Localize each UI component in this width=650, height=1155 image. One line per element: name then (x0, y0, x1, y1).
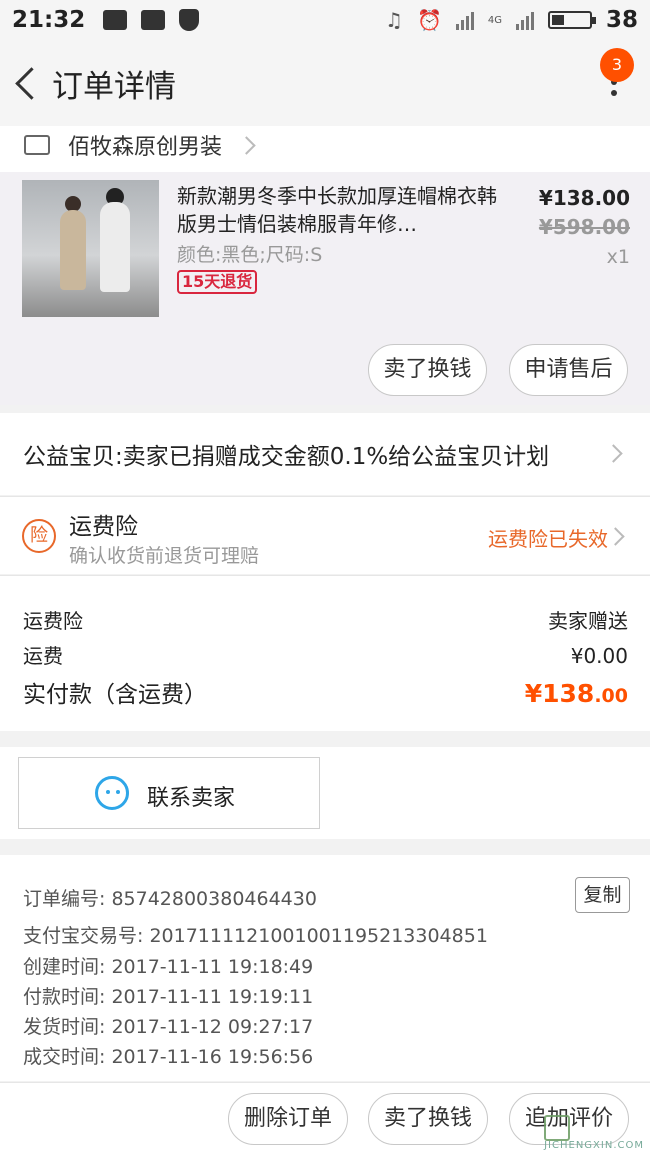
product-thumbnail[interactable] (22, 180, 159, 317)
sell-for-cash-button[interactable]: 卖了换钱 (368, 344, 487, 396)
battery-icon (547, 11, 596, 29)
order-number: 订单编号: 85742800380464430 (23, 888, 317, 910)
copy-button[interactable]: 复制 (575, 877, 630, 913)
total-amount: ¥138.00 (524, 679, 628, 708)
fee-value: 卖家赠送 (548, 609, 628, 633)
product-spec: 颜色:黑色;尺码:S (177, 244, 323, 266)
watermark-logo (544, 1115, 570, 1141)
battery-level: 38 (605, 7, 638, 33)
notification-icon (103, 10, 128, 30)
network-type: 4G (487, 14, 502, 26)
bottom-action-bar: 删除订单 卖了换钱 追加评价 JICHENGXIN.COM (0, 1082, 650, 1155)
headset-icon: ♫ (385, 8, 403, 32)
fee-row-shipping: 运费 ¥0.00 (23, 640, 628, 669)
message-badge: 3 (600, 48, 634, 82)
insurance-subtitle: 确认收货前退货可理赔 (69, 545, 260, 567)
order-info: 订单编号: 85742800380464430 复制 支付宝交易号: 20171… (0, 855, 650, 1081)
after-sale-button[interactable]: 申请售后 (509, 344, 628, 396)
cell-signal-icon (515, 10, 534, 30)
shipping-insurance-row[interactable]: 险 运费险 确认收货前退货可理赔 运费险已失效 (0, 496, 650, 574)
chevron-right-icon (606, 527, 625, 546)
total-label: 实付款（含运费） (23, 682, 207, 708)
shipped-time: 发货时间: 2017-11-12 09:27:17 (23, 1016, 314, 1038)
watermark-text: JICHENGXIN.COM (544, 1140, 644, 1151)
shop-row[interactable]: 佰牧森原创男装 (0, 126, 650, 172)
insurance-icon: 险 (22, 519, 56, 553)
contact-seller-button[interactable]: 联系卖家 (18, 757, 320, 829)
chevron-right-icon (237, 135, 256, 155)
original-price: ¥598.00 (538, 215, 630, 239)
insurance-title: 运费险 (69, 514, 138, 540)
refund-policy-badge: 15天退货 (177, 270, 258, 294)
fee-row-insurance: 运费险 卖家赠送 (23, 605, 628, 634)
news-icon (141, 10, 166, 30)
product-title: 新款潮男冬季中长款加厚连帽棉衣韩版男士情侣装棉服青年修… (177, 184, 497, 236)
fee-label: 运费 (23, 644, 63, 668)
alarm-icon: ⏰ (416, 8, 442, 32)
wangwang-chat-icon (95, 776, 129, 810)
contact-section: 联系卖家 (0, 747, 650, 839)
product-quantity: x1 (606, 246, 630, 268)
fee-value: ¥0.00 (570, 644, 628, 668)
alipay-transaction-number: 支付宝交易号: 2017111121001001195213304851 (23, 925, 488, 947)
shop-icon (24, 135, 50, 155)
sell-for-cash-button[interactable]: 卖了换钱 (368, 1093, 488, 1145)
wifi-signal-icon (455, 10, 474, 30)
charity-text: 公益宝贝:卖家已捐赠成交金额0.1%给公益宝贝计划 (23, 444, 550, 470)
insurance-status: 运费险已失效 (488, 527, 608, 551)
status-right: ♫ ⏰ 4G 38 (385, 7, 638, 33)
fee-label: 运费险 (23, 609, 83, 633)
completed-time: 成交时间: 2017-11-16 19:56:56 (23, 1046, 314, 1068)
delete-order-button[interactable]: 删除订单 (228, 1093, 348, 1145)
fee-row-total: 实付款（含运费） ¥138.00 (23, 675, 628, 709)
created-time: 创建时间: 2017-11-11 19:18:49 (23, 956, 314, 978)
back-arrow-icon[interactable] (8, 53, 52, 113)
charity-row[interactable]: 公益宝贝:卖家已捐赠成交金额0.1%给公益宝贝计划 (0, 413, 650, 495)
status-time: 21:32 (12, 7, 86, 33)
product-price: ¥138.00 (538, 186, 630, 210)
status-bar: 21:32 ♫ ⏰ 4G 38 (0, 0, 650, 40)
page-title: 订单详情 (52, 68, 176, 105)
fee-summary: 运费险 卖家赠送 运费 ¥0.00 实付款（含运费） ¥138.00 (0, 575, 650, 731)
paid-time: 付款时间: 2017-11-11 19:19:11 (23, 986, 314, 1008)
nav-bar: 订单详情 3 (0, 40, 650, 126)
shield-icon (179, 9, 200, 31)
contact-seller-label: 联系卖家 (147, 786, 236, 811)
chevron-right-icon (604, 444, 623, 463)
order-item[interactable]: 新款潮男冬季中长款加厚连帽棉衣韩版男士情侣装棉服青年修… 颜色:黑色;尺码:S … (0, 172, 650, 405)
shop-name: 佰牧森原创男装 (68, 135, 223, 160)
